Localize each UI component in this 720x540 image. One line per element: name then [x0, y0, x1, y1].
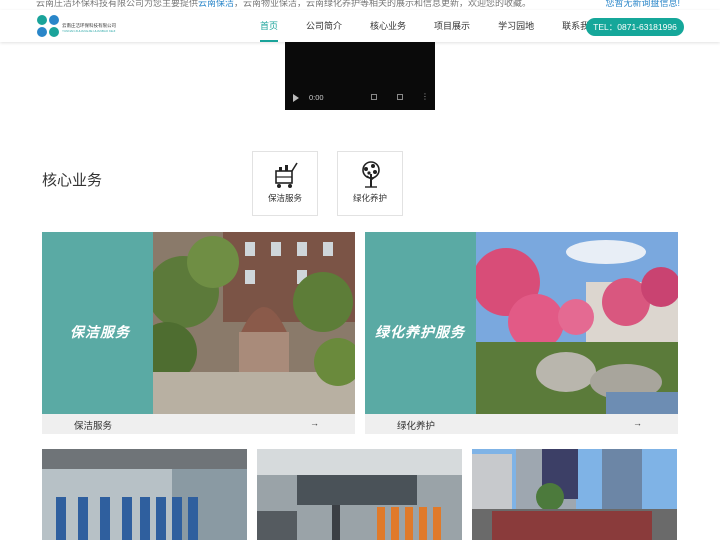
- site-header: 云南庄洁环保科技有限公司 YUNNAN ZHUANGJIE HUANBAO KE…: [0, 10, 720, 42]
- card-cleaning-caption-bar[interactable]: 保洁服务 →: [42, 414, 355, 434]
- nav-home[interactable]: 首页: [250, 10, 288, 42]
- nav-about[interactable]: 公司简介: [296, 10, 352, 42]
- inquiry-notice-link[interactable]: 您暂无新询盘信息!: [605, 0, 680, 9]
- section-title: 核心业务: [42, 172, 103, 189]
- card-greening[interactable]: 绿化养护服务 绿化养护 →: [365, 232, 678, 434]
- logo-subtitle: YUNNAN ZHUANGJIE HUANBAO KEJI: [62, 29, 116, 33]
- intro-keyword-link[interactable]: 云南保洁: [198, 0, 234, 8]
- service-cleaning-button[interactable]: 保洁服务: [252, 151, 318, 216]
- cleaning-cart-icon: [275, 162, 298, 188]
- more-options-icon[interactable]: ⋮: [421, 92, 429, 101]
- welcome-text: 云南庄洁环保科技有限公司为您主要提供云南保洁，云南物业保洁，云南绿化养护等相关的…: [36, 0, 531, 9]
- service-cleaning-label: 保洁服务: [267, 193, 302, 203]
- mute-icon[interactable]: [371, 94, 377, 100]
- project-photo-2[interactable]: [257, 449, 462, 540]
- intro-text-rest: ，云南物业保洁，云南绿化养护等相关的展示和信息更新，欢迎您的收藏。: [234, 0, 532, 8]
- card-greening-banner: 绿化养护服务: [365, 232, 476, 414]
- video-time: 0:00: [309, 93, 324, 102]
- project-photo-1[interactable]: [42, 449, 247, 540]
- nav-learning[interactable]: 学习园地: [488, 10, 544, 42]
- card-greening-banner-text: 绿化养护服务: [375, 324, 465, 340]
- card-greening-caption-bar[interactable]: 绿化养护 →: [365, 414, 678, 434]
- video-controls: 0:00 ⋮: [285, 92, 435, 104]
- main-nav: 首页 公司简介 核心业务 项目展示 学习园地 联系我们: [250, 10, 616, 42]
- service-greening-button[interactable]: 绿化养护: [337, 151, 403, 216]
- service-greening-label: 绿化养护: [352, 193, 387, 203]
- nav-projects[interactable]: 项目展示: [424, 10, 480, 42]
- arrow-right-icon: →: [310, 418, 319, 428]
- nav-core-business[interactable]: 核心业务: [360, 10, 416, 42]
- card-greening-photo: [476, 232, 678, 414]
- card-cleaning-banner-text: 保洁服务: [70, 324, 130, 340]
- tel-button[interactable]: TEL：0871-63181996: [586, 18, 684, 36]
- card-cleaning-photo: [153, 232, 355, 414]
- card-cleaning-caption: 保洁服务: [74, 421, 113, 432]
- project-photo-3[interactable]: [472, 449, 677, 540]
- card-cleaning-banner: 保洁服务: [42, 232, 153, 414]
- tree-icon: [362, 161, 380, 188]
- card-greening-caption: 绿化养护: [397, 421, 436, 432]
- company-logo[interactable]: [36, 14, 60, 38]
- play-icon[interactable]: [293, 94, 299, 102]
- arrow-right-icon: →: [633, 418, 642, 428]
- intro-text: 云南庄洁环保科技有限公司为您主要提供: [36, 0, 199, 8]
- video-player[interactable]: 0:00 ⋮: [285, 42, 435, 110]
- card-cleaning[interactable]: 保洁服务 保洁服务 →: [42, 232, 355, 434]
- fullscreen-icon[interactable]: [397, 94, 403, 100]
